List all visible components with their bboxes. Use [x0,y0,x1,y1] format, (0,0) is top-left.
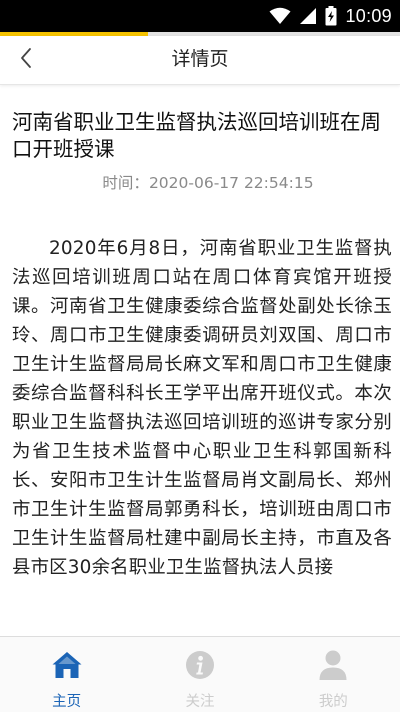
info-icon [184,649,216,681]
tab-label: 我的 [318,694,348,710]
battery-charging-icon [325,6,337,26]
article-meta: 时间：2020-06-17 22:54:15 [0,171,400,193]
page-title: 详情页 [171,48,229,70]
bottom-tab-bar: 主页 关注 我的 [0,636,400,712]
article-meta-label: 时间： [102,174,149,192]
tab-home[interactable]: 主页 [0,637,133,712]
tab-label: 主页 [52,694,82,710]
tab-mine[interactable]: 我的 [267,637,400,712]
wifi-icon [269,7,291,25]
article: 河南省职业卫生监督执法巡回培训班在周口开班授课 时间：2020-06-17 22… [0,85,400,636]
user-icon [317,649,349,681]
home-icon [51,649,83,681]
article-publish-time: 2020-06-17 22:54:15 [148,174,314,192]
cell-signal-icon [299,7,317,25]
tab-label: 关注 [185,694,215,710]
tab-follow[interactable]: 关注 [133,637,266,712]
article-title: 河南省职业卫生监督执法巡回培训班在周口开班授课 [12,110,381,161]
status-icons: 10:09 [269,0,392,32]
nav-header: 详情页 [0,36,400,85]
status-time: 10:09 [345,5,392,26]
status-bar: 10:09 [0,0,400,32]
article-body: 2020年6月8日，河南省职业卫生监督执法巡回培训班周口站在周口体育宾馆开班授课… [12,238,392,578]
